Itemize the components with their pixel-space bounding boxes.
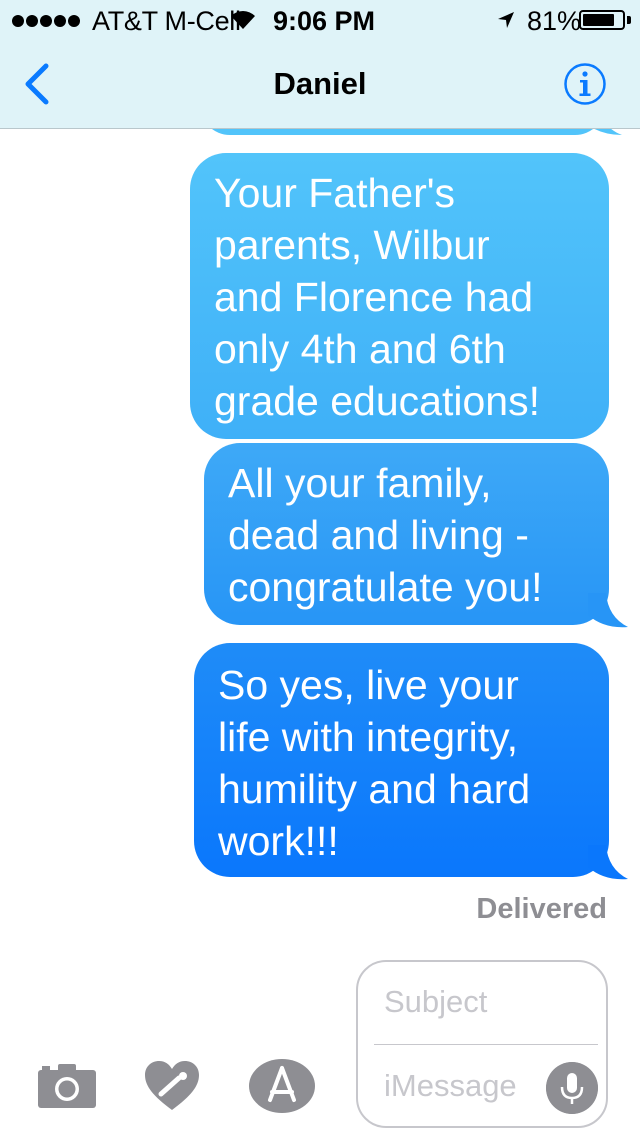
message-line: humility and hard bbox=[218, 766, 531, 812]
microphone-icon[interactable] bbox=[546, 1062, 598, 1114]
message-composer[interactable]: Subject iMessage bbox=[356, 960, 608, 1128]
camera-icon[interactable] bbox=[38, 1062, 96, 1108]
info-icon[interactable] bbox=[563, 62, 607, 106]
subject-field[interactable]: Subject bbox=[384, 984, 487, 1020]
digital-touch-icon[interactable] bbox=[143, 1060, 201, 1112]
bubble-tail bbox=[588, 845, 628, 880]
status-bar: AT&T M-Cell 9:06 PM 81% bbox=[0, 0, 640, 40]
nav-bar: Daniel bbox=[0, 40, 640, 128]
message-line: congratulate you! bbox=[228, 564, 543, 610]
delivery-status: Delivered bbox=[476, 893, 607, 925]
message-bubble[interactable]: So yes, live your life with integrity, h… bbox=[194, 643, 609, 877]
message-thread[interactable]: Your Father's parents, Wilbur and Floren… bbox=[0, 129, 640, 949]
message-bubble[interactable]: All your family, dead and living - congr… bbox=[204, 443, 609, 625]
message-line: Your Father's bbox=[214, 170, 456, 216]
message-line: parents, Wilbur bbox=[214, 222, 490, 268]
location-arrow-icon bbox=[498, 12, 514, 28]
message-line: and Florence had bbox=[214, 274, 534, 320]
app-store-icon[interactable] bbox=[248, 1058, 316, 1114]
status-time: 9:06 PM bbox=[273, 6, 376, 36]
composer-divider bbox=[374, 1044, 598, 1045]
carrier-name: AT&T M-Cell bbox=[92, 6, 241, 36]
header: AT&T M-Cell 9:06 PM 81% Daniel bbox=[0, 0, 640, 129]
bubble-tail bbox=[594, 129, 622, 135]
message-line: All your family, bbox=[228, 460, 492, 506]
message-line: only 4th and 6th bbox=[214, 326, 506, 372]
message-line: life with integrity, bbox=[218, 714, 519, 760]
message-line: work!!! bbox=[218, 818, 339, 864]
battery-nub bbox=[627, 16, 631, 24]
contact-name[interactable]: Daniel bbox=[0, 66, 640, 102]
bubble-tail bbox=[588, 593, 628, 628]
battery-icon bbox=[579, 10, 625, 30]
message-line: dead and living - bbox=[228, 512, 529, 558]
battery-percent: 81% bbox=[527, 6, 582, 36]
message-line: grade educations! bbox=[214, 378, 540, 424]
wifi-icon bbox=[231, 11, 255, 29]
message-input[interactable]: iMessage bbox=[384, 1068, 517, 1104]
signal-strength-icon bbox=[12, 14, 82, 28]
message-bubble[interactable]: Your Father's parents, Wilbur and Floren… bbox=[190, 153, 609, 439]
previous-message-bubble[interactable] bbox=[200, 129, 605, 135]
message-line: So yes, live your bbox=[218, 662, 519, 708]
